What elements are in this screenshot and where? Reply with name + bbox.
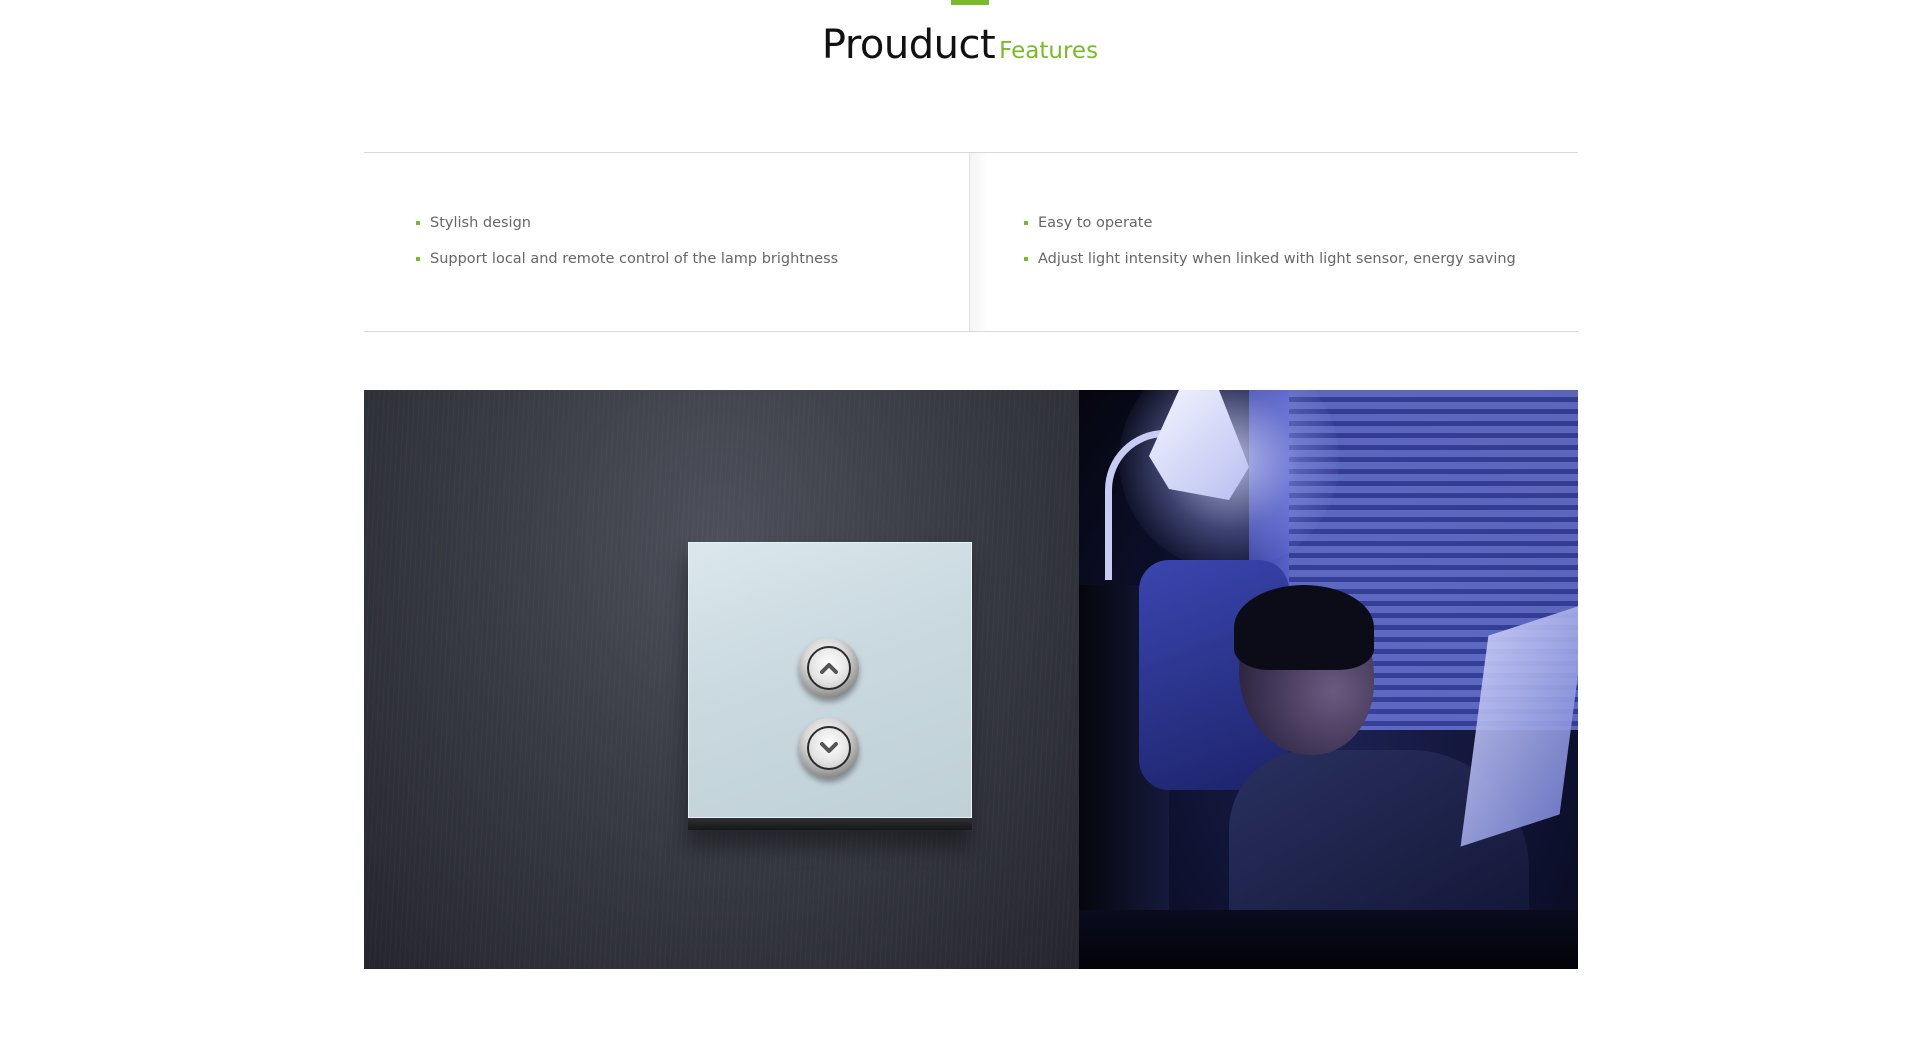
- feature-item: Stylish design: [416, 213, 969, 233]
- child-hair: [1234, 585, 1374, 670]
- chevron-up-icon: [820, 663, 838, 674]
- dimmer-up-ring: [807, 646, 851, 690]
- bullet-icon: [1024, 257, 1028, 261]
- dimmer-down-button: [799, 718, 859, 778]
- feature-item: Adjust light intensity when linked with …: [1024, 249, 1578, 269]
- switch-plate-base: [688, 818, 972, 830]
- bullet-icon: [416, 221, 420, 225]
- feature-item: Easy to operate: [1024, 213, 1578, 233]
- feature-text: Support local and remote control of the …: [430, 251, 839, 267]
- bullet-icon: [416, 257, 420, 261]
- reading-child-photo: [1079, 390, 1578, 969]
- heading-sub: Features: [999, 38, 1099, 64]
- feature-text: Easy to operate: [1038, 215, 1153, 231]
- dimmer-down-ring: [807, 726, 851, 770]
- bed: [1079, 910, 1578, 969]
- features-column-right: Easy to operate Adjust light intensity w…: [970, 153, 1578, 331]
- section-heading: Prouduct Features: [0, 22, 1920, 68]
- chevron-down-icon: [820, 742, 838, 753]
- features-column-left: Stylish design Support local and remote …: [364, 153, 970, 331]
- heading-main: Prouduct: [821, 22, 996, 68]
- feature-text: Stylish design: [430, 215, 531, 231]
- dimmer-switch-photo: [364, 390, 1079, 969]
- dimmer-up-button: [799, 638, 859, 698]
- accent-bar: [951, 0, 989, 5]
- product-features-section: Prouduct Features Stylish design Support …: [0, 0, 1920, 1040]
- feature-item: Support local and remote control of the …: [416, 249, 969, 269]
- features-table: Stylish design Support local and remote …: [364, 152, 1578, 332]
- feature-text: Adjust light intensity when linked with …: [1038, 251, 1516, 267]
- bullet-icon: [1024, 221, 1028, 225]
- product-photo: [364, 390, 1578, 969]
